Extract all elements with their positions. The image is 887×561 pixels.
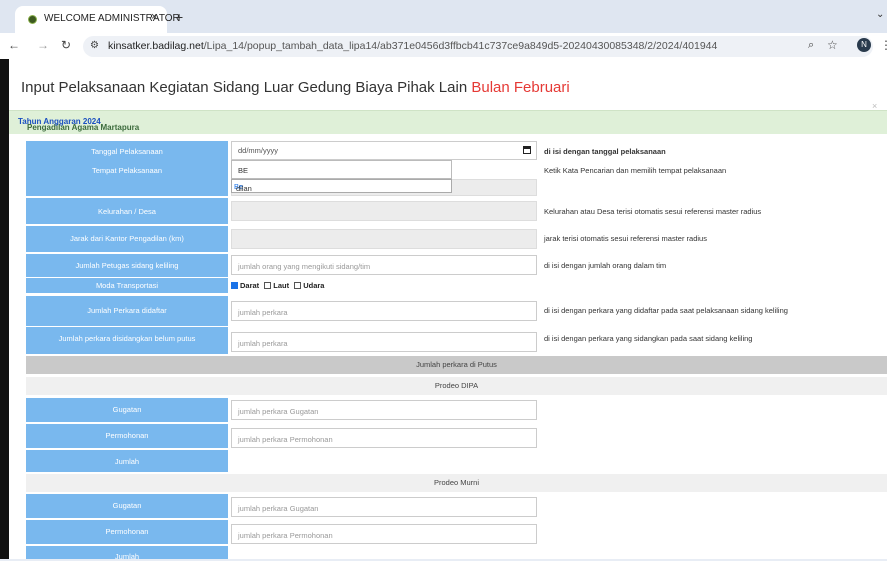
jarak-label: Jarak dari Kantor Pengadilan (km) xyxy=(70,234,184,243)
dipa-permohonan-input[interactable]: jumlah perkara Permohonan xyxy=(231,428,537,448)
title-month: Bulan Februari xyxy=(471,79,570,96)
murni-header: Prodeo Murni xyxy=(26,474,887,492)
udara-checkbox[interactable] xyxy=(294,282,302,289)
calendar-icon[interactable] xyxy=(523,146,531,154)
tanggal-help: di isi dengan tanggal pelaksanaan xyxy=(544,147,666,156)
tempat-suggestion[interactable]: Be dilan xyxy=(231,179,452,193)
title-main: Input Pelaksanaan Kegiatan Sidang Luar G… xyxy=(21,79,472,96)
tempat-label: Tempat Pelaksanaan xyxy=(91,166,163,175)
kelurahan-label: Kelurahan / Desa xyxy=(98,207,156,216)
browser-tab[interactable]: WELCOME ADMINISTRATOR × xyxy=(15,6,180,33)
moda-darat[interactable]: Darat xyxy=(231,281,259,290)
didaftar-help: di isi dengan perkara yang didaftar pada… xyxy=(544,306,788,315)
moda-options: Darat Laut Udara xyxy=(231,281,327,290)
kelurahan-help: Kelurahan atau Desa terisi otomatis sesu… xyxy=(544,207,762,216)
row-kelurahan: Kelurahan / Desa Kelurahan atau Desa ter… xyxy=(26,198,887,224)
site-info-icon[interactable]: ⚙ xyxy=(90,40,99,51)
kelurahan-input xyxy=(231,201,537,221)
murni-gugatan-label: Gugatan xyxy=(112,501,142,510)
petugas-help: di isi dengan jumlah orang dalam tim xyxy=(544,261,667,270)
row-moda: Moda Transportasi Darat Laut Udara xyxy=(26,278,887,293)
moda-laut[interactable]: Laut xyxy=(264,281,289,290)
profile-avatar[interactable]: N xyxy=(857,38,871,52)
row-dipa-jumlah: Jumlah xyxy=(26,450,887,472)
dipa-gugatan-label: Gugatan xyxy=(112,405,142,414)
page-title: Input Pelaksanaan Kegiatan Sidang Luar G… xyxy=(21,79,570,96)
dipa-header: Prodeo DIPA xyxy=(26,377,887,395)
dipa-gugatan-input[interactable]: jumlah perkara Gugatan xyxy=(231,400,537,420)
murni-jumlah-label: Jumlah xyxy=(114,552,140,561)
court-banner: Pengadilan Agama Martapura Tahun Anggara… xyxy=(9,110,887,134)
moda-udara[interactable]: Udara xyxy=(294,281,324,290)
tempat-help: Ketik Kata Pencarian dan memilih tempat … xyxy=(544,166,727,175)
tab-search-icon[interactable]: ⌄ xyxy=(876,9,884,20)
bookmark-star-icon[interactable]: ☆ xyxy=(827,38,838,52)
row-jarak: Jarak dari Kantor Pengadilan (km) jarak … xyxy=(26,226,887,252)
petugas-label: Jumlah Petugas sidang keliling xyxy=(75,261,179,270)
moda-label: Moda Transportasi xyxy=(95,281,159,290)
browser-toolbar: ← → ↻ ⚙ kinsatker.badilag.net/Lipa_14/po… xyxy=(0,33,887,59)
url-host: kinsatker.badilag.net xyxy=(108,40,204,52)
url-path: /Lipa_14/popup_tambah_data_lipa14/ab371e… xyxy=(203,40,718,52)
didaftar-label: Jumlah Perkara didaftar xyxy=(87,306,167,315)
row-petugas: Jumlah Petugas sidang keliling jumlah or… xyxy=(26,254,887,277)
didaftar-input[interactable]: jumlah perkara xyxy=(231,301,537,321)
murni-permohonan-input[interactable]: jumlah perkara Permohonan xyxy=(231,524,537,544)
row-murni-gugatan: Gugatan jumlah perkara Gugatan xyxy=(26,494,887,518)
row-belum-putus: Jumlah perkara disidangkan belum putus j… xyxy=(26,327,887,354)
laut-checkbox[interactable] xyxy=(264,282,272,289)
back-icon[interactable]: ← xyxy=(8,38,20,52)
putus-header: Jumlah perkara di Putus xyxy=(26,356,887,374)
petugas-input[interactable]: jumlah orang yang mengikuti sidang/tim xyxy=(231,255,537,275)
tab-title: WELCOME ADMINISTRATOR xyxy=(44,13,180,24)
tab-strip: WELCOME ADMINISTRATOR × + ⌄ xyxy=(0,0,887,33)
new-tab-button[interactable]: + xyxy=(175,9,183,25)
row-dipa-gugatan: Gugatan jumlah perkara Gugatan xyxy=(26,398,887,422)
murni-gugatan-input[interactable]: jumlah perkara Gugatan xyxy=(231,497,537,517)
tab-close-icon[interactable]: × xyxy=(151,11,157,23)
jarak-help: jarak terisi otomatis sesui referensi ma… xyxy=(544,234,707,243)
tempat-input[interactable]: BE xyxy=(231,160,452,179)
tanggal-input[interactable]: dd/mm/yyyy xyxy=(231,141,537,160)
left-edge-bar xyxy=(0,59,9,559)
dipa-permohonan-label: Permohonan xyxy=(105,431,149,440)
favicon-icon xyxy=(28,15,37,24)
forward-icon[interactable]: → xyxy=(37,38,49,52)
row-tempat: Tempat Pelaksanaan BE Be dilan Ketik Kata… xyxy=(26,160,887,196)
murni-permohonan-label: Permohonan xyxy=(105,527,149,536)
row-murni-permohonan: Permohonan jumlah perkara Permohonan xyxy=(26,520,887,544)
row-tanggal: Tanggal Pelaksanaan dd/mm/yyyy di isi de… xyxy=(26,141,887,160)
belum-putus-label: Jumlah perkara disidangkan belum putus xyxy=(58,334,196,343)
jarak-input xyxy=(231,229,537,249)
tanggal-label: Tanggal Pelaksanaan xyxy=(91,147,163,156)
zoom-icon[interactable]: ⌕ xyxy=(808,39,814,52)
belum-putus-help: di isi dengan perkara yang sidangkan pad… xyxy=(544,334,753,343)
court-year: Tahun Anggaran 2024 xyxy=(18,117,101,126)
page-content: Input Pelaksanaan Kegiatan Sidang Luar G… xyxy=(0,59,887,561)
row-didaftar: Jumlah Perkara didaftar jumlah perkara d… xyxy=(26,296,887,326)
belum-putus-input[interactable]: jumlah perkara xyxy=(231,332,537,352)
more-icon[interactable]: ⋮ xyxy=(880,38,887,52)
darat-checkbox[interactable] xyxy=(231,282,238,289)
address-bar[interactable]: ⚙ kinsatker.badilag.net/Lipa_14/popup_ta… xyxy=(83,36,873,57)
dipa-jumlah-label: Jumlah xyxy=(114,457,140,466)
reload-icon[interactable]: ↻ xyxy=(61,38,71,52)
row-dipa-permohonan: Permohonan jumlah perkara Permohonan xyxy=(26,424,887,448)
row-murni-jumlah: Jumlah xyxy=(26,546,887,561)
